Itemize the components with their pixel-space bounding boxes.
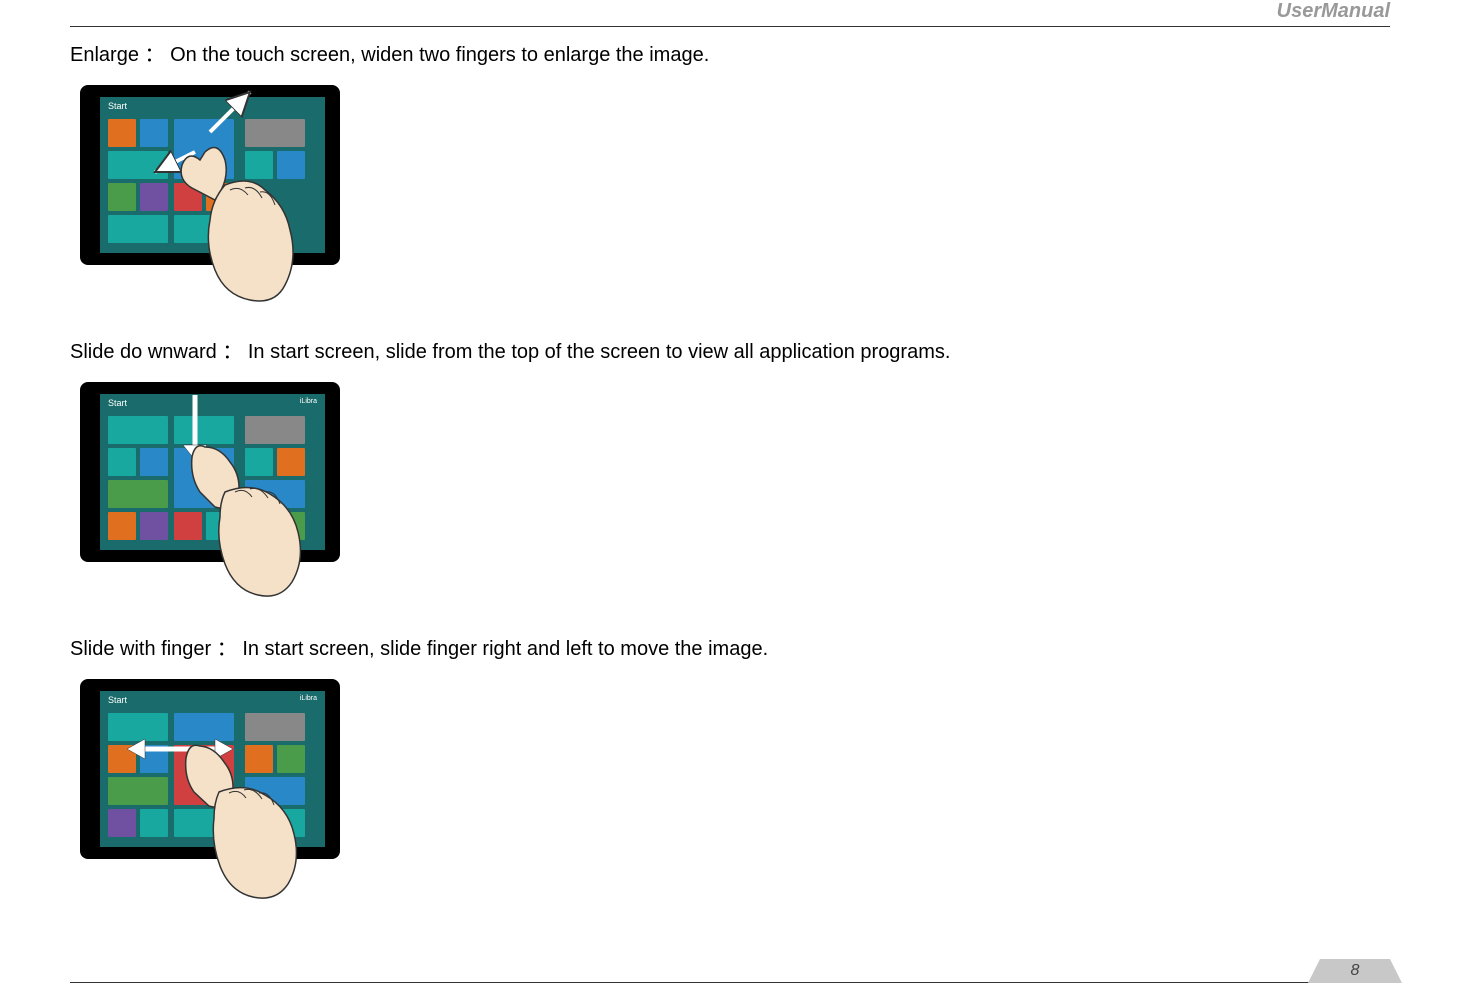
section-text-enlarge: Enlarge ： On the touch screen, widen two… [70, 38, 1390, 67]
page-number: 8 [1320, 959, 1390, 983]
start-label: Start [108, 398, 127, 408]
gesture-label: Slide with finger [70, 638, 211, 660]
page-footer: 8 [1320, 959, 1390, 983]
slide-down-gesture-image: Start iLibra [80, 382, 360, 572]
gesture-description: In start screen, slide from the top of t… [248, 341, 951, 363]
section-slide-down: Slide do wnward ： In start screen, slide… [70, 335, 1390, 572]
separator: ： [217, 638, 237, 660]
hand-pinch-icon [170, 130, 340, 310]
section-enlarge: Enlarge ： On the touch screen, widen two… [70, 38, 1390, 275]
gesture-label: Slide do wnward [70, 341, 217, 363]
gesture-description: On the touch screen, widen two fingers t… [170, 44, 709, 66]
footer-divider [70, 982, 1390, 983]
start-label: Start [108, 695, 127, 705]
separator: ： [145, 44, 165, 66]
gesture-label: Enlarge [70, 44, 139, 66]
section-slide-side: Slide with finger ： In start screen, sli… [70, 632, 1390, 869]
separator: ： [222, 341, 242, 363]
section-text-slide-side: Slide with finger ： In start screen, sli… [70, 632, 1390, 661]
user-label: iLibra [300, 398, 317, 405]
start-label: Start [108, 101, 127, 111]
slide-side-gesture-image: Start iLibra [80, 679, 360, 869]
content-area: Enlarge ： On the touch screen, widen two… [70, 0, 1390, 869]
user-label: iLibra [300, 695, 317, 702]
hand-swipe-down-icon [180, 432, 340, 602]
section-text-slide-down: Slide do wnward ： In start screen, slide… [70, 335, 1390, 364]
gesture-description: In start screen, slide finger right and … [242, 638, 768, 660]
hand-swipe-side-icon [175, 734, 340, 904]
enlarge-gesture-image: Start [80, 85, 360, 275]
header-divider [70, 26, 1390, 27]
header-title: UserManual [1277, 0, 1390, 25]
